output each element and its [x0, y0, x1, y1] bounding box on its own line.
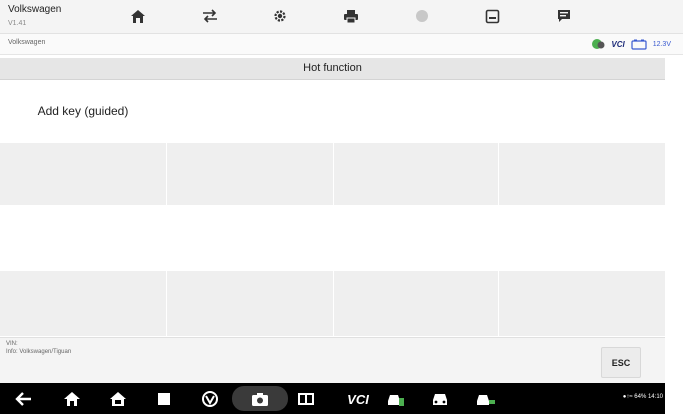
data-log-icon[interactable] — [553, 6, 575, 26]
function-cell-add-key[interactable]: Add key (guided) — [0, 80, 166, 142]
function-cell-empty — [499, 206, 665, 270]
vehicle-connected-icon — [592, 39, 605, 49]
home-icon[interactable] — [60, 387, 84, 411]
battery-time: 64% 14:10 — [634, 394, 663, 400]
vehicle-info-bar: VIN: Info: Volkswagen/Tiguan ESC — [0, 337, 665, 383]
vehicle-info: Info: Volkswagen/Tiguan — [6, 349, 72, 355]
car-remote-icon[interactable] — [384, 387, 408, 411]
recent-apps-icon[interactable] — [152, 387, 176, 411]
function-cell-empty — [499, 143, 665, 205]
function-cell-empty — [499, 80, 665, 142]
vin-label: VIN: — [6, 341, 18, 347]
camera-icon[interactable] — [248, 387, 272, 411]
breadcrumb: Volkswagen — [8, 39, 46, 46]
save-icon[interactable] — [481, 6, 503, 26]
vci-nav-label: VCI — [347, 391, 369, 407]
help-icon[interactable] — [411, 6, 433, 26]
back-icon[interactable] — [12, 387, 36, 411]
section-title: Hot function — [303, 62, 362, 74]
system-status-icons: ●↑≈ — [622, 394, 635, 400]
function-label: Add key (guided) — [37, 104, 129, 118]
app-version: V1.41 — [8, 20, 27, 27]
function-grid: Add key (guided) — [0, 80, 665, 336]
function-cell-empty — [0, 143, 166, 205]
vci-icon[interactable]: VCI — [338, 387, 378, 411]
function-cell-empty — [0, 206, 166, 270]
battery-voltage: 12.3V — [652, 40, 671, 48]
function-cell-empty — [334, 143, 498, 205]
function-cell-empty — [167, 206, 333, 270]
system-status: ●↑≈ 64% 14:10 — [623, 394, 663, 400]
function-cell-empty — [167, 80, 333, 142]
browser-icon[interactable] — [198, 387, 222, 411]
car-icon[interactable] — [428, 387, 452, 411]
home-icon[interactable] — [127, 6, 149, 26]
function-cell-empty — [334, 206, 498, 270]
system-nav-bar: VCI ●↑≈ 64% 14:10 — [0, 383, 665, 414]
breadcrumb-bar: Volkswagen VCI 12.3V — [0, 34, 683, 55]
function-cell-empty — [334, 271, 498, 336]
screen-mirror-icon[interactable] — [294, 387, 318, 411]
section-header: Hot function — [0, 58, 665, 80]
car-service-icon[interactable] — [474, 387, 498, 411]
function-cell-empty — [0, 271, 166, 336]
top-bar: Volkswagen V1.41 — [0, 0, 683, 34]
function-cell-empty — [334, 80, 498, 142]
esc-button[interactable]: ESC — [601, 347, 641, 378]
desktop-icon[interactable] — [106, 387, 130, 411]
print-icon[interactable] — [340, 6, 362, 26]
function-cell-empty — [167, 271, 333, 336]
app-title: Volkswagen — [8, 4, 62, 15]
settings-icon[interactable] — [269, 6, 291, 26]
vehicle-swap-icon[interactable] — [199, 6, 221, 26]
function-cell-empty — [499, 271, 665, 336]
connection-status: VCI 12.3V — [591, 37, 671, 51]
vci-status-label: VCI — [611, 39, 625, 49]
function-cell-empty — [167, 143, 333, 205]
battery-icon — [631, 39, 647, 50]
